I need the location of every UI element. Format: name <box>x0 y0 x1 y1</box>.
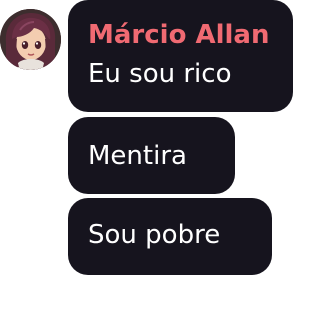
message-text: Sou pobre <box>88 220 221 250</box>
message-bubble[interactable]: Márcio Allan Eu sou rico <box>68 0 293 112</box>
message-text: Eu sou rico <box>88 59 232 89</box>
message-bubble[interactable]: Sou pobre <box>68 198 272 275</box>
message-bubble[interactable]: Mentira <box>68 117 235 194</box>
avatar[interactable] <box>0 9 61 70</box>
chat-screen: Márcio Allan Eu sou rico Mentira Sou pob… <box>0 0 293 320</box>
message-text: Mentira <box>88 141 187 171</box>
anime-girl-avatar-icon <box>0 9 61 70</box>
sender-name[interactable]: Márcio Allan <box>88 19 269 51</box>
